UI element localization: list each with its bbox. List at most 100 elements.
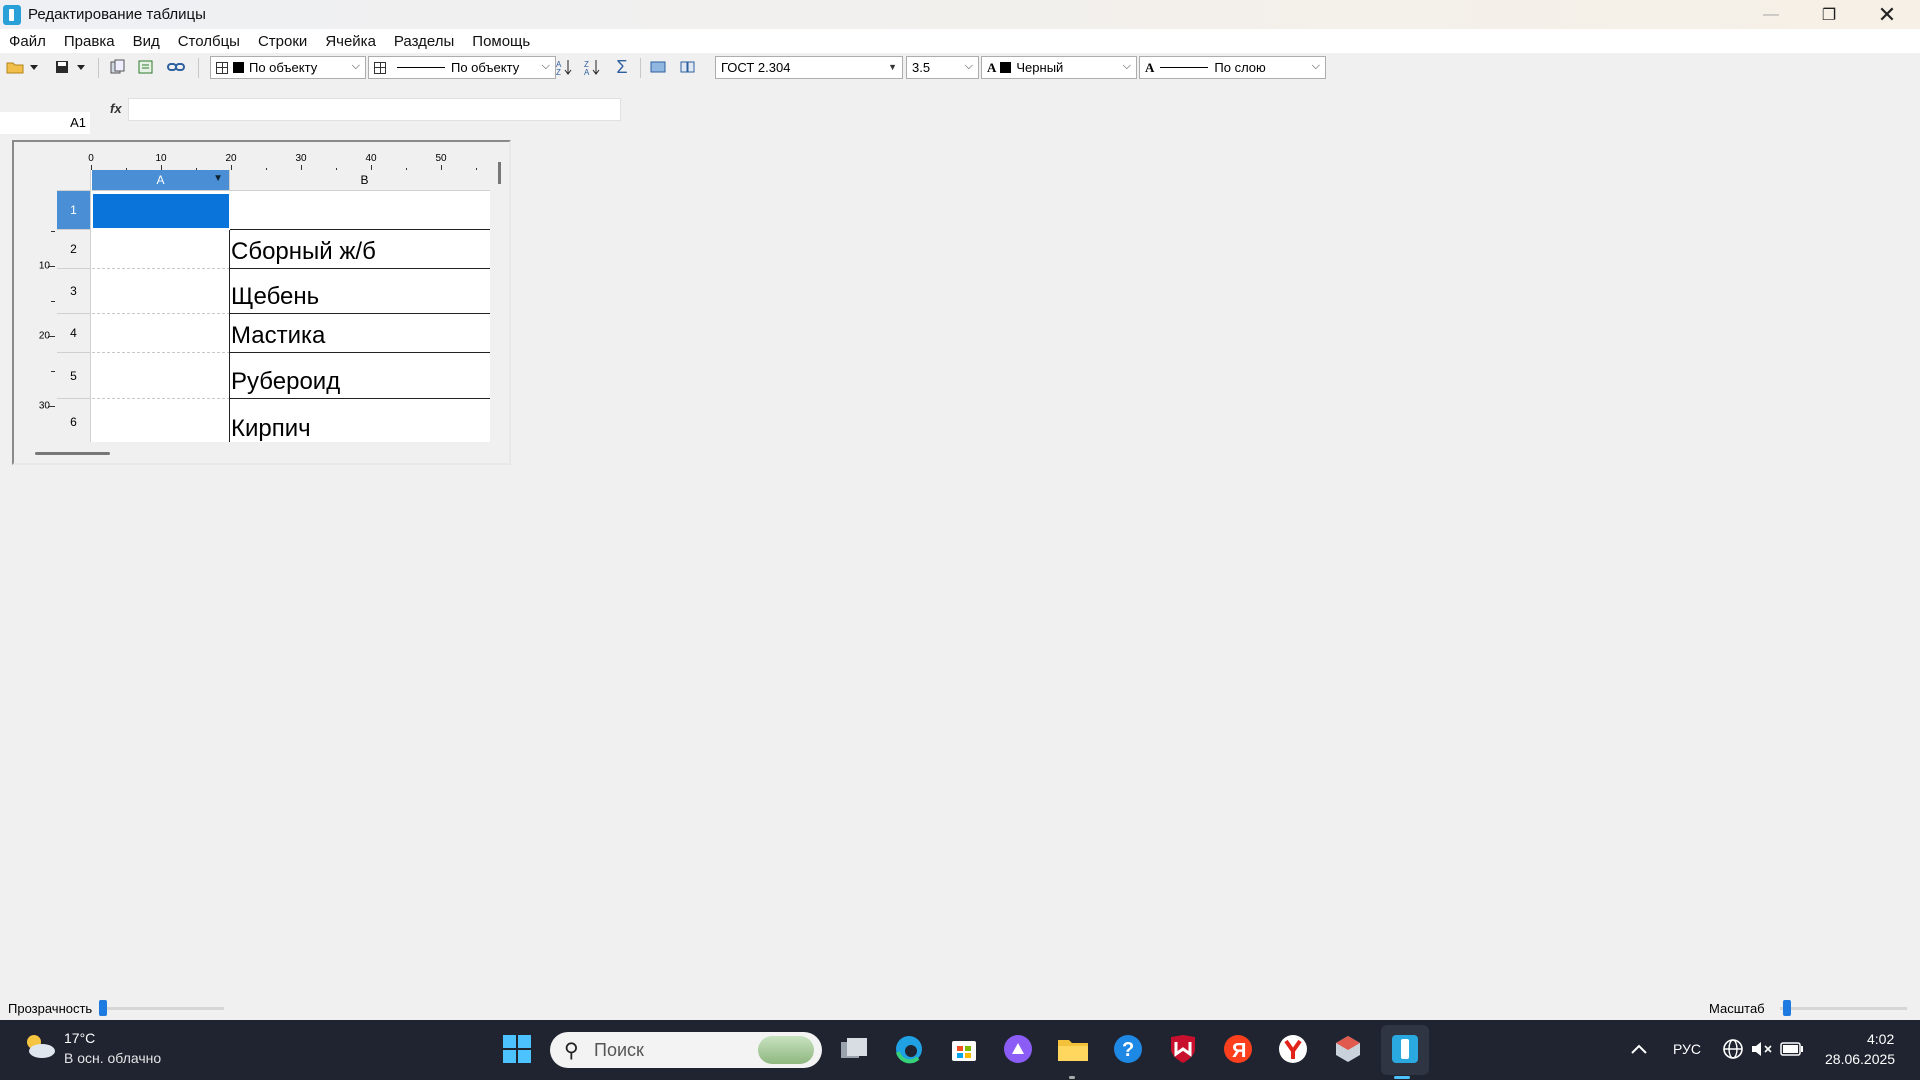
ruler-tick [48, 336, 55, 337]
save-icon[interactable] [52, 58, 72, 76]
text-color-dropdown[interactable]: A Черный ⌵ [981, 56, 1137, 79]
cell-b1[interactable] [230, 191, 490, 230]
menu-sections[interactable]: Разделы [385, 33, 463, 50]
text-style-icon: A [1145, 59, 1155, 75]
sort-ascending-icon[interactable]: AZ [555, 58, 575, 76]
book-icon[interactable] [678, 58, 698, 76]
row-header[interactable]: 3 [57, 269, 91, 314]
font-dropdown[interactable]: ГОСТ 2.304 ▼ [715, 56, 903, 79]
cell-b2[interactable]: Сборный ж/б [229, 230, 490, 269]
link-icon[interactable] [166, 58, 186, 76]
alice-assistant-icon[interactable] [1001, 1032, 1035, 1066]
cell-a1[interactable] [93, 194, 229, 228]
column-header-b[interactable]: B [230, 170, 490, 191]
cell-a3[interactable] [92, 269, 230, 314]
chevron-up-icon[interactable] [1622, 1032, 1656, 1066]
cell-a6[interactable] [92, 399, 230, 442]
column-label: B [360, 173, 369, 187]
transparency-slider-track[interactable] [99, 1007, 224, 1010]
language-indicator[interactable]: РУС [1673, 1041, 1701, 1057]
clock-date[interactable]: 28.06.2025 [1825, 1051, 1895, 1067]
formula-input[interactable] [128, 98, 621, 121]
weather-cloud-icon[interactable] [22, 1032, 56, 1060]
taskbar-search[interactable]: ⚲ Поиск [550, 1032, 822, 1068]
horizontal-scrollbar[interactable] [35, 452, 110, 455]
yandex-icon[interactable]: Я [1221, 1032, 1255, 1066]
speaker-muted-icon[interactable] [1745, 1032, 1779, 1066]
cell-a2[interactable] [92, 230, 230, 269]
menu-edit[interactable]: Правка [55, 33, 124, 50]
fill-style-value: По объекту [249, 60, 318, 75]
clock-time[interactable]: 4:02 [1867, 1031, 1894, 1047]
save-dropdown-arrow-icon[interactable] [75, 58, 87, 76]
edge-browser-icon[interactable] [892, 1032, 926, 1066]
yandex-browser-icon[interactable] [1276, 1032, 1310, 1066]
grid-icon [216, 61, 228, 74]
menu-view[interactable]: Вид [124, 33, 169, 50]
font-value: ГОСТ 2.304 [721, 60, 791, 75]
row-header[interactable]: 6 [57, 399, 91, 442]
grid-icon [374, 61, 386, 74]
row-header[interactable]: 4 [57, 314, 91, 353]
transparency-slider-thumb[interactable] [99, 1000, 107, 1016]
text-line-value: По слою [1214, 60, 1266, 75]
cell-b3[interactable]: Щебень [229, 269, 490, 314]
search-icon: ⚲ [564, 1040, 579, 1062]
font-size-value: 3.5 [912, 60, 931, 75]
fill-style-dropdown[interactable]: По объекту ⌵ [210, 56, 366, 79]
insert-table-icon[interactable] [648, 58, 668, 76]
menu-file[interactable]: Файл [0, 33, 55, 50]
open-app-indicator [1069, 1076, 1075, 1079]
sort-descending-icon[interactable]: ZA [583, 58, 603, 76]
store-icon[interactable] [947, 1032, 981, 1066]
text-style-icon: A [987, 59, 997, 75]
restore-button[interactable]: ❐ [1800, 0, 1858, 29]
ruler-label: 20 [225, 153, 237, 164]
scale-slider-thumb[interactable] [1783, 1000, 1791, 1016]
search-placeholder: Поиск [594, 1040, 644, 1060]
cell-b6[interactable]: Кирпич [229, 399, 490, 442]
ruler-tick [51, 371, 55, 372]
cell-b5[interactable]: Рубероид [229, 353, 490, 399]
row-header[interactable]: 1 [57, 191, 91, 230]
file-explorer-icon[interactable] [1056, 1032, 1090, 1066]
close-button[interactable]: ✕ [1858, 0, 1916, 29]
sum-icon[interactable]: Σ [612, 57, 632, 77]
row-header[interactable]: 2 [57, 230, 91, 269]
select-all-corner[interactable] [57, 170, 91, 191]
cell-b4[interactable]: Мастика [229, 314, 490, 353]
vertical-scrollbar[interactable] [498, 162, 501, 184]
cell-a4[interactable] [92, 314, 230, 353]
ruler-top: 0 10 20 30 40 50 [88, 150, 490, 172]
color-swatch [1000, 62, 1012, 73]
help-icon[interactable]: ? [1111, 1032, 1145, 1066]
menu-cell[interactable]: Ячейка [316, 33, 385, 50]
minimize-button[interactable]: — [1742, 0, 1800, 29]
copy-format-icon[interactable] [107, 58, 127, 76]
table-editor-app-icon[interactable] [1388, 1032, 1422, 1066]
cad-cube-icon[interactable] [1331, 1032, 1365, 1066]
menu-columns[interactable]: Столбцы [169, 33, 249, 50]
line-style-dropdown[interactable]: По объекту ⌵ [368, 56, 556, 79]
open-folder-icon[interactable] [5, 58, 25, 76]
task-view-icon[interactable] [837, 1032, 871, 1066]
menu-rows[interactable]: Строки [249, 33, 316, 50]
table-export-icon[interactable] [136, 58, 156, 76]
menu-help[interactable]: Помощь [463, 33, 539, 50]
column-header-a[interactable]: A ▼ [92, 170, 230, 191]
column-filter-dropdown-icon[interactable]: ▼ [213, 173, 223, 184]
ruler-tick [51, 301, 55, 302]
start-windows-icon[interactable] [500, 1032, 534, 1066]
line-style-value: По объекту [451, 60, 520, 75]
battery-icon[interactable] [1775, 1032, 1809, 1066]
text-line-dropdown[interactable]: A По слою ⌵ [1139, 56, 1326, 79]
open-dropdown-arrow-icon[interactable] [28, 58, 40, 76]
cell-a5[interactable] [92, 353, 230, 399]
row-header[interactable]: 5 [57, 353, 91, 399]
cell-reference[interactable]: A1 [0, 112, 90, 134]
scale-slider-track[interactable] [1780, 1007, 1907, 1010]
font-size-dropdown[interactable]: 3.5 ⌵ [906, 56, 979, 79]
active-app-indicator [1394, 1076, 1410, 1079]
chevron-down-icon: ⌵ [351, 60, 360, 72]
antivirus-shield-icon[interactable] [1166, 1032, 1200, 1066]
